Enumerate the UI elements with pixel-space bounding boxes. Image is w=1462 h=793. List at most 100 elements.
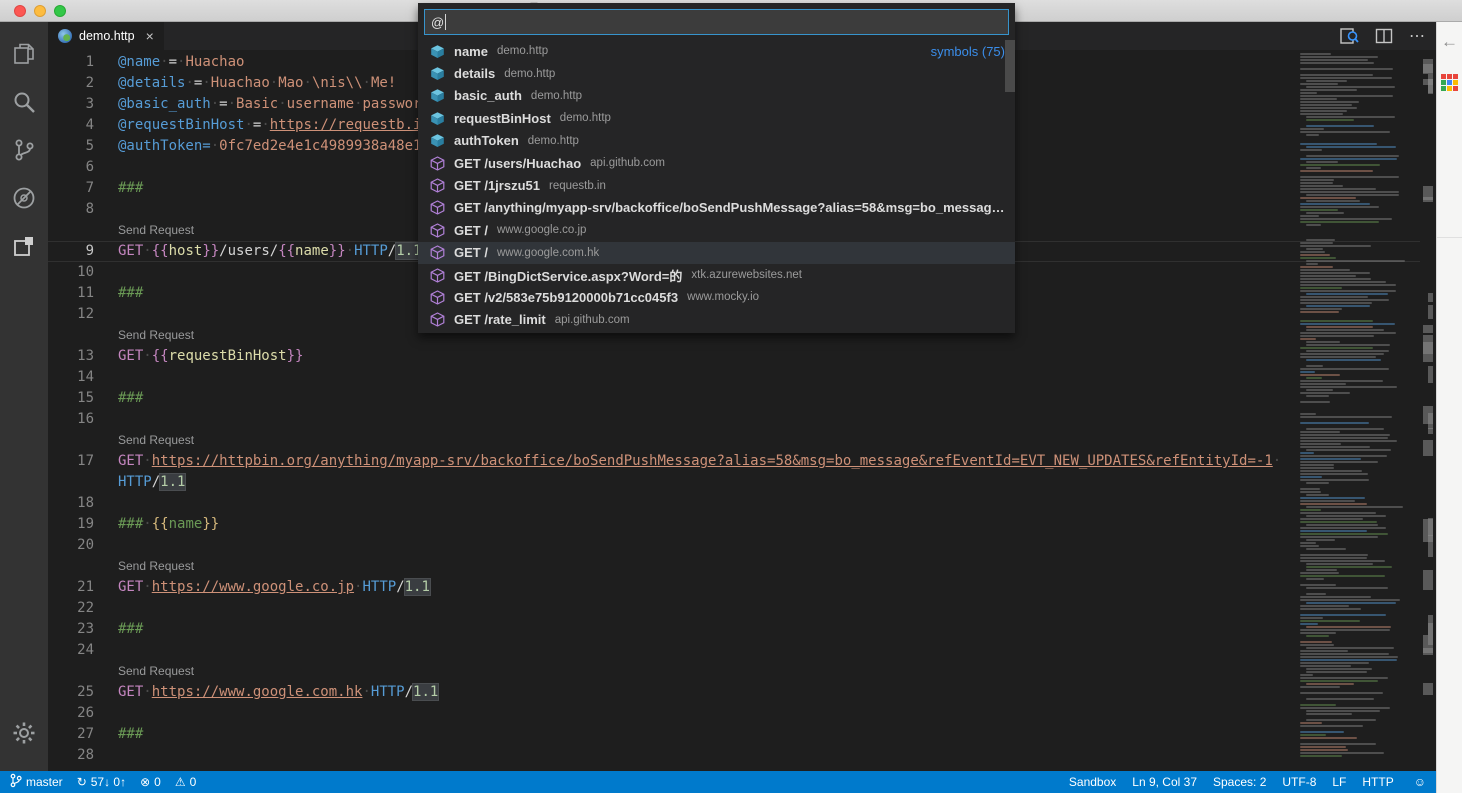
editor-scrollbar[interactable] — [1420, 50, 1436, 771]
code-text — [110, 493, 118, 514]
errors-status[interactable]: ⊗0 — [140, 775, 161, 789]
sandbox-status[interactable]: Sandbox — [1069, 775, 1116, 789]
errors-status-label: 0 — [154, 775, 161, 789]
minimap-line — [1300, 335, 1374, 337]
quickopen-item[interactable]: GET /users/Huachaoapi.github.com — [418, 152, 1015, 174]
quickopen-item[interactable]: namedemo.httpsymbols (75) — [418, 40, 1015, 62]
minimap-line — [1306, 524, 1378, 526]
warnings-status[interactable]: ⚠0 — [175, 775, 196, 789]
quickopen-item[interactable]: basic_authdemo.http — [418, 85, 1015, 107]
app-grid-icon[interactable] — [1441, 74, 1458, 91]
minimap-line — [1306, 569, 1337, 571]
minimap-line — [1298, 551, 1420, 553]
code-text — [110, 745, 118, 766]
minimap-line — [1306, 350, 1389, 352]
quickopen-item[interactable]: GET /rate_limitapi.github.com — [418, 309, 1015, 331]
minimap-line — [1300, 356, 1376, 358]
overview-ruler-mark — [1423, 519, 1433, 542]
minimap-line — [1300, 251, 1325, 253]
minimap-line — [1300, 275, 1356, 277]
minimap-line — [1298, 716, 1420, 718]
language-mode-status[interactable]: HTTP — [1362, 775, 1393, 789]
overview-ruler-mark — [1423, 570, 1433, 590]
eol-status[interactable]: LF — [1332, 775, 1346, 789]
send-request-codelens[interactable]: Send Request — [110, 430, 194, 451]
minimap-line — [1306, 263, 1318, 265]
minimap-line — [1306, 626, 1391, 628]
open-preview-icon[interactable] — [1339, 27, 1359, 45]
git-branch-status[interactable]: master — [10, 773, 63, 791]
overview-ruler-mark — [1428, 305, 1433, 319]
minimize-window-button[interactable] — [34, 5, 46, 17]
cursor-position-status[interactable]: Ln 9, Col 37 — [1132, 775, 1197, 789]
close-tab-icon[interactable]: × — [146, 28, 154, 44]
line-number — [48, 661, 110, 682]
quick-open-input[interactable]: @ — [424, 9, 1009, 35]
minimap[interactable] — [1298, 50, 1420, 771]
minimap-line — [1300, 176, 1399, 178]
code-line: 19###·{{name}} — [48, 514, 1420, 535]
settings-gear-icon[interactable] — [0, 709, 48, 757]
minimap-line — [1300, 677, 1388, 679]
code-text — [110, 199, 118, 220]
minimap-line — [1300, 62, 1374, 64]
minimap-line — [1306, 155, 1399, 157]
activity-files-icon[interactable] — [0, 30, 48, 78]
minimap-line — [1300, 479, 1369, 481]
symbol-detail: api.github.com — [590, 157, 665, 169]
back-arrow-icon[interactable]: ← — [1437, 32, 1462, 52]
activity-source-control-icon[interactable] — [0, 126, 48, 174]
activity-debug-icon[interactable] — [0, 174, 48, 222]
quickopen-scrollbar[interactable] — [1005, 40, 1015, 92]
symbol-field-icon — [430, 88, 445, 103]
minimap-line — [1306, 167, 1321, 169]
activity-search-icon[interactable] — [0, 78, 48, 126]
minimap-line — [1300, 530, 1367, 532]
quickopen-item[interactable]: authTokendemo.http — [418, 130, 1015, 152]
minimap-line — [1300, 104, 1352, 106]
minimap-line — [1300, 374, 1340, 376]
quickopen-item[interactable]: GET /1jrszu51requestb.in — [418, 174, 1015, 196]
quickopen-item[interactable]: GET /www.google.co.jp — [418, 219, 1015, 241]
quickopen-item[interactable]: requestBinHostdemo.http — [418, 107, 1015, 129]
activity-extensions-icon[interactable] — [0, 222, 48, 270]
send-request-codelens[interactable]: Send Request — [110, 220, 194, 241]
minimap-line — [1306, 260, 1405, 262]
minimap-line — [1300, 644, 1334, 646]
send-request-codelens[interactable]: Send Request — [110, 661, 194, 682]
symbol-detail: demo.http — [528, 135, 579, 147]
code-line: 21GET·https://www.google.co.jp·HTTP/1.1 — [48, 577, 1420, 598]
encoding-status[interactable]: UTF-8 — [1282, 775, 1316, 789]
minimap-line — [1300, 656, 1398, 658]
minimap-line — [1300, 74, 1373, 76]
more-actions-icon[interactable]: ⋯ — [1409, 26, 1426, 46]
minimap-line — [1300, 608, 1361, 610]
minimap-line — [1300, 323, 1395, 325]
quickopen-item[interactable]: GET /BingDictService.aspx?Word=的xtk.azur… — [418, 264, 1015, 286]
sync-status[interactable]: ↻57↓ 0↑ — [77, 775, 126, 789]
minimap-line — [1300, 653, 1389, 655]
send-request-codelens[interactable]: Send Request — [110, 556, 194, 577]
indentation-status[interactable]: Spaces: 2 — [1213, 775, 1266, 789]
quickopen-item[interactable]: GET /v2/583e75b9120000b71cc045f3www.mock… — [418, 286, 1015, 308]
minimap-line — [1306, 428, 1384, 430]
symbol-detail: demo.http — [531, 90, 582, 102]
quickopen-item[interactable]: GET /www.google.com.hk — [418, 242, 1015, 264]
minimap-line — [1300, 320, 1373, 322]
send-request-codelens[interactable]: Send Request — [110, 325, 194, 346]
feedback-smiley[interactable]: ☺ — [1410, 775, 1426, 789]
minimap-line — [1300, 182, 1333, 184]
tab-demo-http[interactable]: demo.http × — [48, 22, 164, 50]
zoom-window-button[interactable] — [54, 5, 66, 17]
minimap-line — [1298, 236, 1420, 238]
minimap-line — [1300, 620, 1360, 622]
minimap-line — [1300, 614, 1386, 616]
quickopen-item[interactable]: detailsdemo.http — [418, 62, 1015, 84]
quickopen-item[interactable]: GET /anything/myapp-srv/backoffice/boSen… — [418, 197, 1015, 219]
minimap-line — [1306, 482, 1329, 484]
split-editor-icon[interactable] — [1375, 28, 1393, 44]
minimap-line — [1298, 152, 1420, 154]
minimap-line — [1300, 68, 1393, 70]
minimap-line — [1300, 503, 1367, 505]
close-window-button[interactable] — [14, 5, 26, 17]
